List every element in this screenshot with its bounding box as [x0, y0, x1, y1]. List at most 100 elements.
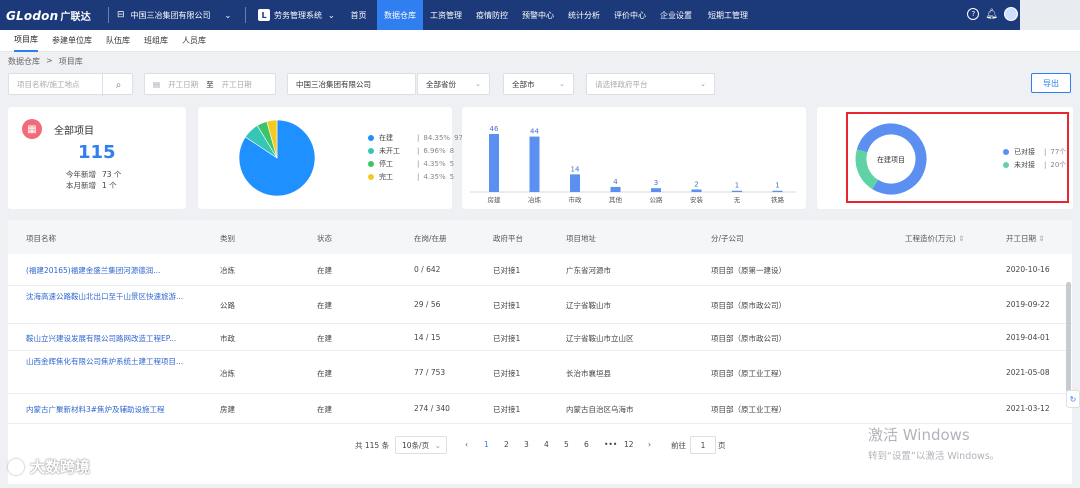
platform-cell: 已对接1	[493, 334, 521, 343]
legend-dot	[368, 134, 374, 141]
breadcrumb-root[interactable]: 数据仓库	[8, 56, 40, 67]
address-cell: 长治市襄垣县	[566, 369, 611, 378]
nav-item[interactable]: 数据仓库	[377, 0, 423, 30]
goto-page-input[interactable]: 1	[690, 436, 716, 454]
legend-separator: |	[417, 159, 420, 168]
legend-item[interactable]: 完工 | 4.35% 5	[368, 170, 463, 183]
project-name-link[interactable]: 山西金辉焦化有限公司焦炉系统土建工程项目...	[26, 356, 186, 368]
page-number[interactable]: 6	[584, 440, 589, 449]
project-name-link[interactable]: (福建20165)福建金盛兰集团河源德润...	[26, 265, 196, 276]
year-new-label: 今年新增	[66, 170, 96, 179]
company-selector[interactable]: ⊟ 中国三冶集团有限公司 ⌄	[109, 10, 245, 21]
bar[interactable]	[732, 190, 742, 192]
table-row[interactable]: (福建20165)福建金盛兰集团河源德润... 冶炼 在建 0 / 642 已对接1 广东…	[8, 254, 1072, 286]
table-row[interactable]: 山西金辉焦化有限公司焦炉系统土建工程项目... 冶炼 在建 77 / 753 已对接1 长…	[8, 351, 1072, 394]
project-name-link[interactable]: 鞍山立兴建设发展有限公司路网改造工程EP...	[26, 333, 196, 344]
col-platform[interactable]: 政府平台	[493, 233, 523, 244]
next-page-button[interactable]: ›	[648, 440, 651, 449]
page-number[interactable]: 3	[524, 440, 529, 449]
bar[interactable]	[529, 136, 540, 192]
date-range-picker[interactable]: ▤ 开工日期 至 开工日期	[144, 73, 276, 95]
bar[interactable]	[651, 188, 661, 192]
legend-item[interactable]: 停工 | 4.35% 5	[368, 157, 463, 170]
search-icon[interactable]: ⌕	[102, 74, 134, 96]
prev-page-button[interactable]: ‹	[465, 440, 468, 449]
province-select[interactable]: 全部省份 ⌄	[417, 73, 490, 95]
bar[interactable]	[772, 190, 783, 192]
sort-icon[interactable]: ⇕	[958, 234, 964, 243]
col-cost[interactable]: 工程造价(万元) ⇕	[905, 233, 965, 244]
headcount-cell: 0 / 642	[414, 265, 441, 274]
col-status[interactable]: 状态	[317, 233, 332, 244]
page-number[interactable]: 2	[504, 440, 509, 449]
subnav-tab[interactable]: 项目库	[14, 30, 38, 52]
chevron-down-icon: ⌄	[700, 80, 706, 88]
windows-activation-watermark: 激活 Windows 转到“设置”以激活 Windows。	[868, 424, 999, 462]
col-category[interactable]: 类别	[220, 233, 235, 244]
page-number[interactable]: 12	[624, 440, 634, 449]
nav-item[interactable]: 工资管理	[423, 0, 469, 30]
headcount-cell: 274 / 340	[414, 404, 450, 413]
search-placeholder: 项目名称/施工地点	[17, 79, 80, 89]
sort-icon[interactable]: ⇕	[1038, 234, 1044, 243]
col-start-date[interactable]: 开工日期 ⇕	[1006, 233, 1045, 244]
search-input[interactable]: 项目名称/施工地点 ⌕	[8, 73, 134, 96]
nav-item[interactable]: 企业设置	[653, 0, 699, 30]
legend-item[interactable]: 在建 | 84.35% 97	[368, 131, 463, 144]
page-number[interactable]: •••	[604, 440, 617, 449]
subnav-tab[interactable]: 队伍库	[106, 30, 130, 52]
table-row[interactable]: 沈海高速公路鞍山北出口至千山景区快速旅游... 公路 在建 29 / 56 已对接1 辽宁…	[8, 286, 1072, 324]
nav-item[interactable]: 短期工管理	[699, 0, 757, 30]
legend-item[interactable]: 未开工 | 6.96% 8	[368, 144, 463, 157]
bar[interactable]	[691, 189, 702, 192]
vertical-scrollbar[interactable]	[1066, 282, 1071, 392]
page-number[interactable]: 1	[484, 440, 489, 449]
nav-item[interactable]: 首页	[340, 0, 377, 30]
subsidiary-cell: 项目部（原第一建设）	[711, 266, 786, 275]
table-row[interactable]: 鞍山立兴建设发展有限公司路网改造工程EP... 市政 在建 14 / 15 已对接1 辽宁…	[8, 324, 1072, 351]
city-select[interactable]: 全部市 ⌄	[503, 73, 574, 95]
system-selector[interactable]: L 劳务管理系统 ⌄	[246, 9, 338, 21]
nav-item[interactable]: 预警中心	[515, 0, 561, 30]
company-filter[interactable]: 中国三冶集团有限公司	[287, 73, 416, 95]
col-headcount[interactable]: 在岗/在册	[414, 233, 447, 244]
bar-value-label: 1	[735, 182, 739, 190]
nav-item[interactable]: 疫情防控	[469, 0, 515, 30]
bar[interactable]	[489, 134, 499, 192]
nav-item[interactable]: 统计分析	[561, 0, 607, 30]
refresh-icon[interactable]: ↻	[1066, 390, 1080, 408]
project-name-link[interactable]: 沈海高速公路鞍山北出口至千山景区快速旅游...	[26, 291, 186, 303]
headcount-cell: 14 / 15	[414, 333, 441, 342]
start-date-cell: 2019-09-22	[1006, 300, 1050, 309]
glodon-logo[interactable]: GLodon 广联达	[0, 8, 108, 23]
help-icon[interactable]: ?	[967, 8, 980, 20]
bar[interactable]	[570, 174, 580, 192]
chevron-down-icon: ⌄	[434, 440, 441, 450]
bell-icon[interactable]: 🔔︎	[985, 9, 998, 20]
legend-separator: |	[417, 133, 420, 142]
project-name-link[interactable]: 内蒙古广聚新材料3#焦炉及辅助设施工程	[26, 404, 196, 415]
platform-cell: 已对接1	[493, 405, 521, 414]
table-row[interactable]: 内蒙古广聚新材料3#焦炉及辅助设施工程 房建 在建 274 / 340 已对接1 内蒙古自…	[8, 394, 1072, 424]
export-button[interactable]: 导出	[1031, 73, 1071, 93]
nav-item[interactable]: 评价中心	[607, 0, 653, 30]
platform-select[interactable]: 请选择政府平台 ⌄	[586, 73, 715, 95]
company-filter-value: 中国三冶集团有限公司	[296, 79, 371, 89]
month-new-label: 本月新增	[66, 181, 96, 190]
col-name[interactable]: 项目名称	[26, 233, 56, 244]
building-icon: ▦	[22, 119, 42, 139]
col-address[interactable]: 项目地址	[566, 233, 596, 244]
subnav-tab[interactable]: 人员库	[182, 30, 206, 52]
month-new-value: 1 个	[102, 181, 117, 190]
user-name-redacted[interactable]	[1020, 0, 1080, 30]
page-size-select[interactable]: 10条/页 ⌄	[395, 436, 447, 454]
legend-separator: |	[417, 146, 420, 155]
subnav-tab[interactable]: 班组库	[144, 30, 168, 52]
col-subsidiary[interactable]: 分/子公司	[711, 233, 744, 244]
bar[interactable]	[610, 186, 621, 192]
avatar[interactable]	[1004, 7, 1018, 21]
page-number[interactable]: 4	[544, 440, 549, 449]
subnav-tab[interactable]: 参建单位库	[52, 30, 92, 52]
page-number[interactable]: 5	[564, 440, 569, 449]
end-date-placeholder: 开工日期	[221, 79, 252, 89]
